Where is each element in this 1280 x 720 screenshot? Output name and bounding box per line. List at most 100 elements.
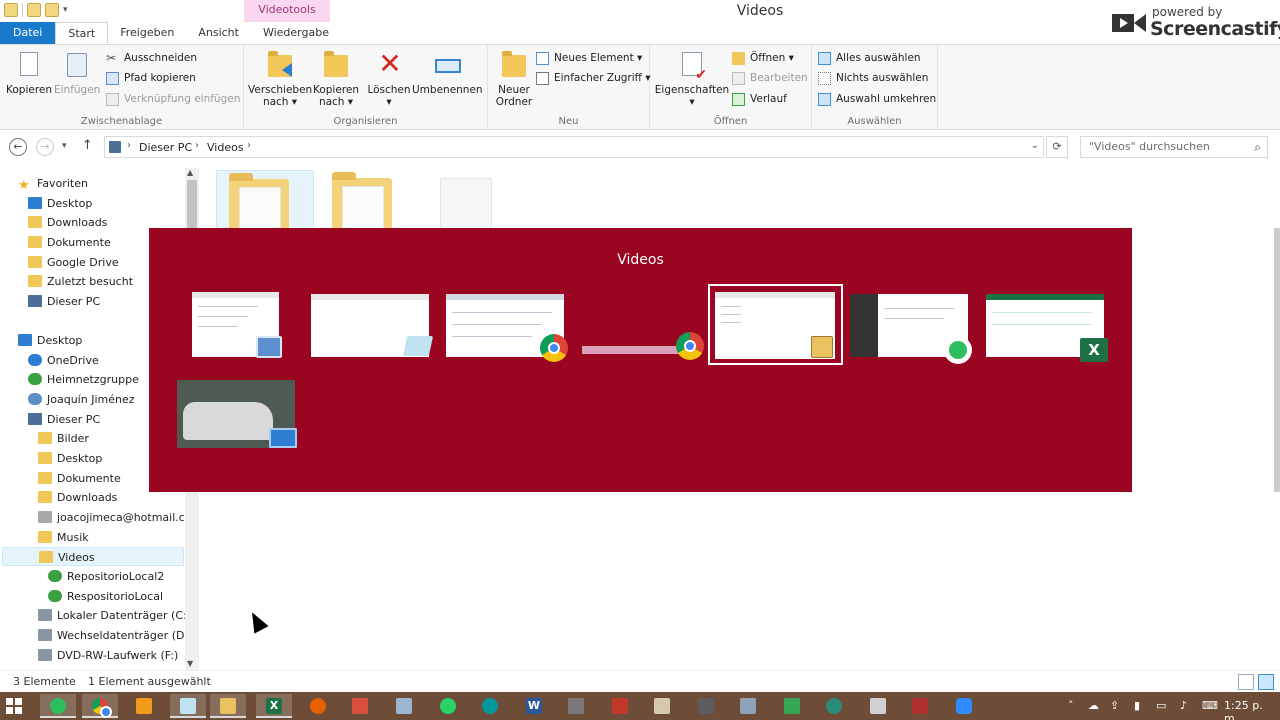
tray-battery-icon[interactable]: ▭ — [1156, 699, 1166, 712]
nav-item-desktop-pc[interactable]: Desktop — [38, 449, 102, 468]
window-thumb-excel[interactable]: X — [986, 294, 1108, 362]
invert-selection-button[interactable]: Auswahl umkehren — [818, 90, 936, 108]
taskbar-notes[interactable] — [170, 694, 206, 718]
nav-item-drive-d[interactable]: Wechseldatenträger (D:) — [38, 626, 192, 645]
taskbar-clock[interactable]: 1:25 p. m. — [1224, 699, 1280, 720]
address-dropdown-icon[interactable]: ⌄ — [1031, 140, 1039, 151]
window-thumb-explorer-pc[interactable] — [192, 292, 282, 358]
taskbar-app-3[interactable] — [602, 694, 638, 718]
nav-item-downloads-pc[interactable]: Downloads — [38, 488, 117, 507]
nav-item-documents-fav[interactable]: Dokumente — [28, 233, 111, 252]
nav-item-this-pc-fav[interactable]: Dieser PC — [28, 292, 100, 311]
taskbar-google-drive[interactable] — [774, 694, 810, 718]
file-tile-settings-file[interactable] — [420, 170, 518, 232]
scroll-up-icon[interactable]: ▲ — [187, 168, 193, 177]
nav-item-onedrive[interactable]: OneDrive — [28, 351, 99, 370]
new-item-button[interactable]: Neues Element ▾ — [536, 49, 642, 67]
copy-button[interactable]: Kopieren — [6, 49, 52, 96]
tray-chevron-icon[interactable]: ˄ — [1068, 699, 1074, 712]
taskbar-app-5[interactable] — [688, 694, 724, 718]
tray-cloud-icon[interactable]: ☁ — [1088, 699, 1099, 712]
nav-item-music[interactable]: Musik — [38, 528, 89, 547]
nav-item-drive-f[interactable]: DVD-RW-Laufwerk (F:) — [38, 646, 178, 665]
window-thumb-chrome-1[interactable] — [446, 294, 568, 362]
tray-upload-icon[interactable]: ⇪ — [1110, 699, 1119, 712]
breadcrumb-videos[interactable]: Videos — [207, 141, 244, 154]
new-folder-button[interactable]: Neuer Ordner — [492, 49, 536, 108]
taskbar-app-8[interactable] — [860, 694, 896, 718]
taskbar-app-7[interactable] — [816, 694, 852, 718]
nav-item-recent[interactable]: Zuletzt besucht — [28, 272, 133, 291]
taskbar-whatsapp[interactable] — [430, 694, 466, 718]
cut-button[interactable]: ✂ Ausschneiden — [106, 49, 197, 67]
move-to-button[interactable]: Verschieben nach ▾ — [248, 49, 312, 108]
tray-keyboard-icon[interactable]: ⌨ — [1202, 699, 1218, 712]
delete-button[interactable]: ✕ Löschen ▾ — [366, 49, 412, 109]
taskbar-app-2[interactable] — [558, 694, 594, 718]
window-thumb-chrome-2[interactable] — [582, 332, 704, 360]
file-tile-folder-2[interactable] — [320, 170, 418, 232]
nav-item-videos[interactable]: Videos — [2, 547, 184, 566]
back-button[interactable]: ← — [9, 138, 27, 156]
paste-button[interactable]: Einfügen — [54, 49, 100, 96]
taskbar-word[interactable]: W — [516, 694, 552, 718]
nav-item-downloads-fav[interactable]: Downloads — [28, 213, 107, 232]
forward-button[interactable]: → — [36, 138, 54, 156]
taskbar-explorer[interactable] — [210, 694, 246, 718]
tab-file[interactable]: Datei — [0, 22, 56, 44]
nav-item-repositorio[interactable]: RespositorioLocal — [48, 587, 163, 606]
nav-item-desktop-root[interactable]: Desktop — [18, 331, 82, 350]
tab-start[interactable]: Start — [55, 22, 109, 44]
copy-to-button[interactable]: Kopieren nach ▾ — [312, 49, 360, 108]
rename-button[interactable]: Umbenennen — [412, 49, 483, 96]
nav-item-drive-c[interactable]: Lokaler Datenträger (C:) — [38, 606, 191, 625]
taskbar-app-1[interactable] — [342, 694, 378, 718]
nav-item-this-pc[interactable]: Dieser PC — [28, 410, 100, 429]
history-button[interactable]: Verlauf — [732, 90, 787, 108]
properties-button[interactable]: Eigenschaften ▾ — [654, 49, 730, 108]
window-thumb-notes[interactable] — [311, 294, 434, 357]
window-thumb-desktop[interactable] — [177, 380, 297, 448]
nav-item-google-drive[interactable]: Google Drive — [28, 253, 119, 272]
nav-item-repositorio2[interactable]: RepositorioLocal2 — [48, 567, 164, 586]
file-tile-folder-1[interactable] — [216, 170, 314, 233]
taskbar-sublime[interactable] — [126, 694, 162, 718]
up-arrow-icon[interactable]: ↑ — [82, 138, 93, 153]
tab-view[interactable]: Ansicht — [186, 22, 251, 44]
taskbar-app-10[interactable] — [946, 694, 982, 718]
select-none-button[interactable]: Nichts auswählen — [818, 69, 928, 87]
tab-share[interactable]: Freigeben — [108, 22, 186, 44]
nav-item-documents-pc[interactable]: Dokumente — [38, 469, 121, 488]
taskbar-green-app[interactable] — [40, 694, 76, 718]
copy-path-button[interactable]: Pfad kopieren — [106, 69, 196, 87]
nav-item-pictures[interactable]: Bilder — [38, 429, 89, 448]
address-bar[interactable]: › Dieser PC › Videos › ⌄ — [104, 136, 1044, 158]
nav-item-user[interactable]: Joaquín Jiménez — [28, 390, 135, 409]
paste-shortcut-button[interactable]: Verknüpfung einfügen — [106, 90, 240, 108]
refresh-button[interactable]: ⟳ — [1046, 136, 1068, 158]
select-all-button[interactable]: Alles auswählen — [818, 49, 921, 67]
tray-volume-icon[interactable]: ♪ — [1180, 699, 1187, 712]
recent-locations-chevron-icon[interactable]: ▾ — [62, 141, 67, 151]
breadcrumb-this-pc[interactable]: Dieser PC — [139, 141, 192, 154]
tab-playback[interactable]: Wiedergabe — [251, 22, 341, 44]
taskbar-app-6[interactable] — [730, 694, 766, 718]
large-icons-view-icon[interactable] — [1258, 674, 1274, 690]
search-input[interactable]: "Videos" durchsuchen ⌕ — [1080, 136, 1268, 158]
taskbar-app-9[interactable] — [902, 694, 938, 718]
nav-item-homegroup[interactable]: Heimnetzgruppe — [28, 370, 139, 389]
taskbar-arduino[interactable] — [472, 694, 508, 718]
easy-access-button[interactable]: Einfacher Zugriff ▾ — [536, 69, 650, 87]
taskbar-excel[interactable]: X — [256, 694, 292, 718]
nav-item-hotmail[interactable]: joacojimeca@hotmail.com — [38, 508, 184, 527]
nav-item-desktop-fav[interactable]: Desktop — [28, 194, 92, 213]
taskbar-chrome[interactable] — [82, 694, 118, 718]
details-view-icon[interactable] — [1238, 674, 1254, 690]
tray-network-icon[interactable]: ▮ — [1134, 699, 1140, 712]
nav-item-favorites[interactable]: ★ Favoriten — [18, 174, 88, 193]
edit-button[interactable]: Bearbeiten — [732, 69, 808, 87]
taskbar-calculator[interactable] — [386, 694, 422, 718]
scroll-down-icon[interactable]: ▼ — [187, 659, 193, 668]
open-button[interactable]: Öffnen ▾ — [732, 49, 794, 67]
window-thumb-evernote[interactable] — [850, 294, 972, 364]
